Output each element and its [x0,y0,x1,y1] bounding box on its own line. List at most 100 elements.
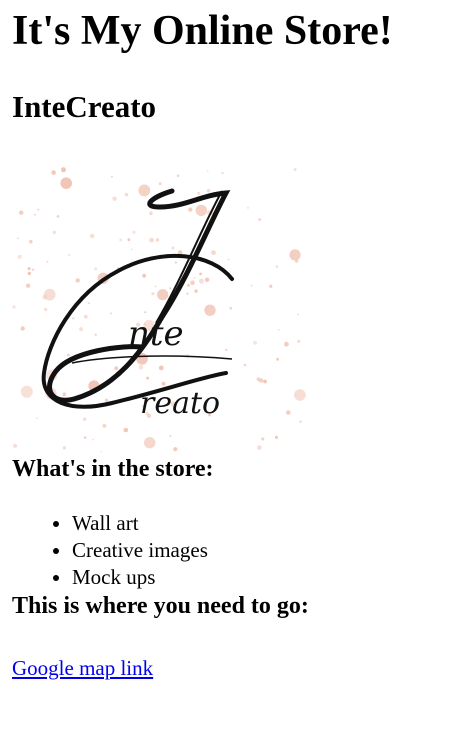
splatter-dot [206,170,209,172]
splatter-dot [20,326,25,331]
splatter-dot [79,327,84,332]
logo-text-line1: nte [128,314,184,354]
splatter-dot [299,420,302,424]
splatter-dot [197,191,201,195]
splatter-dot [221,172,224,175]
splatter-dot [88,302,91,305]
splatter-dot [190,280,195,285]
location-heading: This is where you need to go: [12,593,309,619]
google-map-link[interactable]: Google map link [12,655,153,682]
splatter-dot [250,284,253,287]
splatter-dot [224,348,228,352]
splatter-dot [60,177,72,189]
splatter-dot [92,438,94,441]
splatter-dot [274,435,279,439]
splatter-dot [297,339,301,343]
splatter-dot [144,437,156,449]
splatter-dot [83,314,88,319]
splatter-dot [75,278,80,283]
splatter-dot [111,175,113,178]
splatter-dot [187,283,190,287]
splatter-dot [276,357,280,361]
splatter-dot [199,272,203,276]
store-contents-heading: What's in the store: [12,456,214,482]
splatter-dot [67,353,70,357]
store-items-list: Wall art Creative images Mock ups [12,510,451,591]
splatter-dot [17,254,22,259]
splatter-dot [27,271,31,276]
splatter-dot [44,307,48,312]
splatter-dot [149,211,153,216]
splatter-dot [157,289,169,301]
splatter-dot [144,311,147,314]
splatter-dot [31,268,35,271]
splatter-dot [171,246,175,250]
splatter-dot [127,238,131,242]
splatter-dot [253,340,257,345]
splatter-dot [195,204,207,217]
splatter-dot [263,379,267,384]
splatter-dot [259,378,264,383]
list-item: Mock ups [72,564,451,591]
splatter-dot [204,304,216,316]
splatter-dot [46,260,49,263]
splatter-dot [151,292,155,296]
list-item: Wall art [72,510,451,537]
splatter-dot [35,417,38,420]
splatter-dot [94,333,97,336]
splatter-dot [289,249,301,261]
splatter-dot [275,265,279,268]
splatter-dot [158,365,164,371]
logo-svg: nte reato [12,167,306,453]
splatter-dot [94,267,98,271]
splatter-dot [89,233,95,239]
splatter-dot [158,182,162,186]
splatter-dot [169,434,172,437]
splatter-dot [110,312,112,315]
splatter-dot [258,218,262,221]
page: It's My Online Store! InteCreato nte rea… [0,0,463,682]
splatter-dot [188,207,193,212]
splatter-dot [51,170,56,175]
splatter-dot [294,389,306,401]
splatter-dot [52,230,56,235]
splatter-dot [25,283,31,288]
page-title: It's My Online Store! [12,8,393,54]
splatter-dot [261,437,265,441]
splatter-dot [71,316,75,320]
splatter-dot [114,366,119,371]
splatter-dot [112,196,117,201]
splatter-dot [193,276,196,279]
splatter-dot [19,210,24,215]
splatter-dot [186,292,189,295]
store-logo-image: nte reato [12,167,312,454]
splatter-dot [174,261,177,264]
splatter-dot [62,392,67,397]
splatter-dot [130,248,133,251]
splatter-dot [277,328,280,331]
splatter-dot [124,192,129,197]
splatter-dot [246,206,250,209]
logo-letter-i [47,188,231,403]
splatter-dot [37,208,40,211]
splatter-dot [20,385,33,398]
splatter-dot [62,178,65,181]
splatter-dot [155,238,160,242]
splatter-dot [199,278,204,284]
splatter-dot [229,307,233,310]
splatter-dot [176,174,180,178]
splatter-dot [211,250,216,256]
store-name-heading: InteCreato [12,89,157,124]
logo-text-line2: reato [140,386,220,421]
splatter-dot [286,410,291,415]
splatter-dot [138,184,151,197]
splatter-dot [83,436,87,439]
splatter-dot [284,341,289,347]
splatter-dot [100,450,102,453]
splatter-dot [149,237,155,243]
splatter-dot [173,447,178,452]
splatter-dot [204,277,210,283]
list-item: Creative images [72,537,451,564]
splatter-dot [132,230,136,234]
splatter-dot [68,254,71,256]
